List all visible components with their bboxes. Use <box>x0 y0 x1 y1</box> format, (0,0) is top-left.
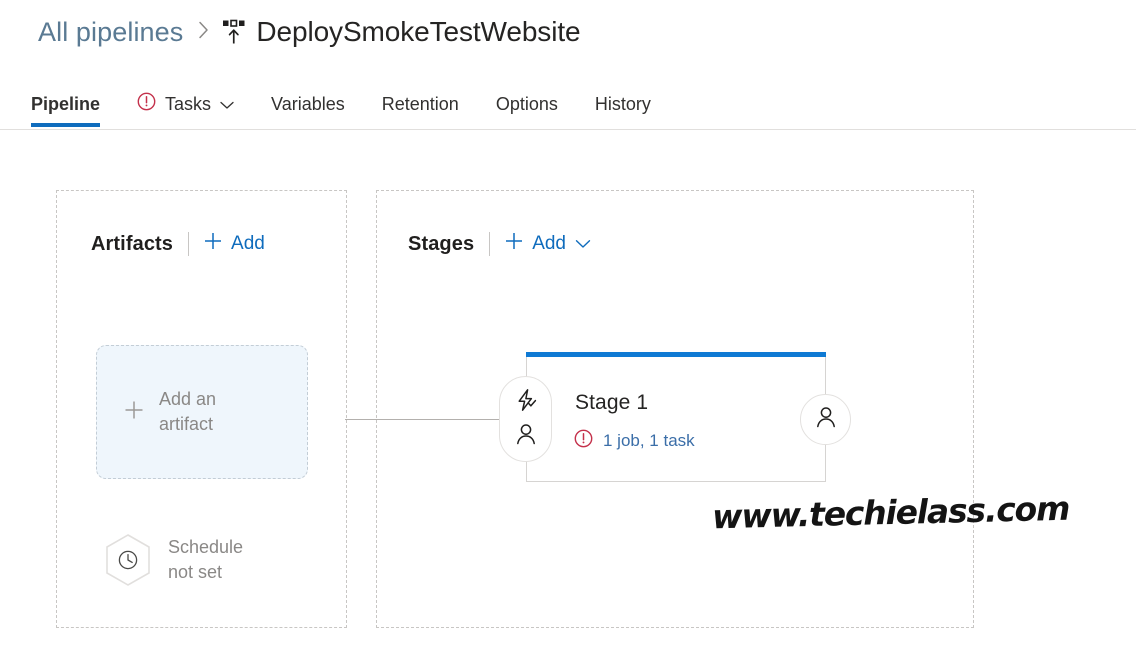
schedule-trigger[interactable]: Schedule not set <box>104 533 243 587</box>
tab-retention[interactable]: Retention <box>382 80 459 128</box>
tab-pipeline-label: Pipeline <box>31 93 101 114</box>
plus-icon <box>203 231 223 257</box>
tab-retention-label: Retention <box>381 93 459 114</box>
tab-tasks-label: Tasks <box>165 93 212 114</box>
stage-job-task-link[interactable]: 1 job, 1 task <box>603 431 695 451</box>
person-icon <box>514 422 538 451</box>
tab-history-label: History <box>594 93 651 114</box>
artifacts-header: Artifacts Add <box>91 229 265 259</box>
lightning-bolt-icon <box>514 388 538 417</box>
stage-name: Stage 1 <box>575 391 649 414</box>
add-an-artifact-line1: Add an <box>159 389 217 410</box>
chevron-down-icon[interactable] <box>220 94 234 115</box>
breadcrumb-all-pipelines-link[interactable]: All pipelines <box>38 17 183 48</box>
plus-icon <box>123 399 145 426</box>
tab-active-indicator <box>31 123 101 127</box>
tab-list: Pipeline Tasks Variables Retention Optio… <box>31 80 688 128</box>
page-title: DeploySmokeTestWebsite <box>256 16 581 47</box>
person-icon <box>814 405 838 434</box>
tab-tasks[interactable]: Tasks <box>137 80 234 128</box>
watermark: www.techielass.com <box>711 488 1070 537</box>
clock-icon <box>118 550 138 570</box>
stage-card[interactable]: Stage 1 1 job, 1 task <box>526 357 826 482</box>
add-artifact-button[interactable]: Add <box>203 231 265 257</box>
plus-icon <box>504 231 524 257</box>
stage-status[interactable]: 1 job, 1 task <box>574 429 695 453</box>
tab-variables-label: Variables <box>271 93 345 114</box>
schedule-line1: Schedule <box>168 536 244 557</box>
warning-circle-icon <box>137 92 156 116</box>
add-stage-button[interactable]: Add <box>504 231 591 257</box>
tab-bar-divider <box>0 129 1136 130</box>
tab-history[interactable]: History <box>595 80 651 128</box>
tab-variables[interactable]: Variables <box>271 80 345 128</box>
schedule-label: Schedule not set <box>168 535 243 585</box>
artifacts-title: Artifacts <box>91 232 174 255</box>
tab-pipeline[interactable]: Pipeline <box>31 80 101 128</box>
artifacts-header-divider <box>188 232 190 256</box>
warning-circle-icon <box>574 429 593 453</box>
chevron-down-icon[interactable] <box>575 233 591 255</box>
tab-options-label: Options <box>495 93 558 114</box>
stages-header: Stages Add <box>408 229 591 259</box>
schedule-line2: not set <box>168 562 223 582</box>
schedule-hexagon <box>104 533 152 587</box>
add-artifact-label: Add <box>231 233 265 254</box>
artifact-to-stage-connector <box>345 419 525 420</box>
postdeployment-conditions-button[interactable] <box>800 394 851 445</box>
add-stage-label: Add <box>532 233 566 254</box>
breadcrumb: All pipelines DeploySmokeTestWebsite <box>38 10 581 54</box>
add-an-artifact-label: Add an artifact <box>159 387 216 437</box>
stages-title: Stages <box>408 232 475 255</box>
release-pipeline-icon <box>222 19 246 45</box>
breadcrumb-separator <box>198 21 209 43</box>
tab-bar: Pipeline Tasks Variables Retention Optio… <box>0 80 1136 130</box>
add-an-artifact-box[interactable]: Add an artifact <box>96 345 308 479</box>
tab-options[interactable]: Options <box>496 80 558 128</box>
predeployment-conditions-button[interactable] <box>499 376 552 462</box>
add-an-artifact-line2: artifact <box>159 414 214 434</box>
stages-header-divider <box>489 232 491 256</box>
